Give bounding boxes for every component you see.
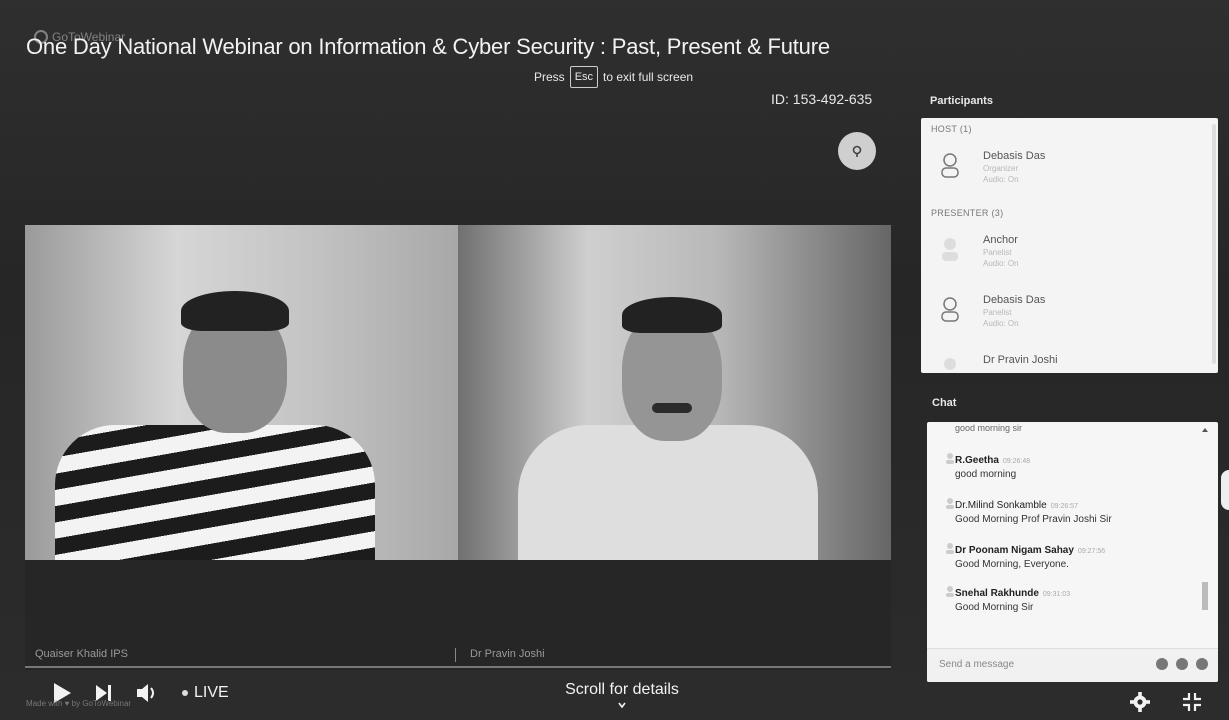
gear-icon	[1130, 692, 1150, 712]
chat-tools	[1156, 658, 1208, 670]
participant-role: Panelist	[983, 308, 1012, 317]
tile-name-speaker-2: Dr Pravin Joshi	[470, 648, 545, 660]
chat-panel: good morning sir R.Geetha 09:26:48 good m…	[927, 422, 1218, 682]
attach-icon[interactable]	[1156, 658, 1168, 670]
participant-audio: Audio: On	[983, 259, 1019, 268]
speaker-2-figure	[458, 225, 891, 560]
speaker-1-figure	[25, 225, 458, 560]
participant-row[interactable]: Debasis Das Organizer Audio: On	[921, 138, 1218, 202]
side-drawer-handle[interactable]	[1221, 470, 1229, 510]
volume-icon	[137, 684, 154, 702]
chat-text: Good Morning Prof Pravin Joshi Sir	[955, 514, 1112, 525]
tile-divider	[455, 648, 456, 662]
chat-scrollbar[interactable]	[1202, 582, 1208, 610]
webinar-title: One Day National Webinar on Information …	[26, 34, 830, 59]
chevron-down-icon	[618, 702, 626, 709]
participant-name: Dr Pravin Joshi	[983, 354, 1058, 366]
participants-panel: HOST (1) Debasis Das Organizer Audio: On…	[921, 118, 1218, 373]
pin-video-button[interactable]	[838, 132, 876, 170]
participant-avatar-icon	[944, 358, 956, 370]
chat-header: Chat	[932, 397, 957, 409]
settings-button[interactable]	[1129, 691, 1151, 718]
chat-text: good morning	[955, 469, 1017, 480]
esc-hint-press: Press	[534, 70, 565, 84]
chat-avatar-icon	[946, 453, 954, 464]
participants-header: Participants	[930, 95, 993, 107]
esc-hint-suffix: to exit full screen	[603, 70, 694, 84]
exit-fullscreen-hint: Press Esc to exit full screen	[534, 66, 693, 88]
chat-time: 09:26:48	[1002, 458, 1031, 465]
live-label: LIVE	[194, 684, 229, 701]
chat-message-partial: good morning sir	[955, 423, 1023, 433]
chat-avatar-icon	[946, 498, 954, 509]
chat-message: Dr Poonam Nigam Sahay 09:27:56 Good Morni…	[927, 540, 1218, 571]
participant-audio: Audio: On	[983, 175, 1019, 184]
participant-audio: Audio: On	[983, 319, 1019, 328]
live-indicator: LIVE	[182, 684, 229, 702]
webinar-window: GoToWebinar One Day National Webinar on …	[0, 0, 1229, 720]
chat-time: 09:26:57	[1050, 503, 1078, 510]
video-tile-speaker-1[interactable]	[25, 225, 458, 560]
participant-row[interactable]: Anchor Panelist Audio: On	[921, 222, 1218, 282]
volume-button[interactable]	[136, 683, 160, 703]
microphone-icon[interactable]	[1176, 658, 1188, 670]
video-tile-speaker-2[interactable]	[458, 225, 891, 560]
chat-input[interactable]: Send a message	[927, 648, 1218, 682]
video-grid	[25, 225, 891, 560]
participant-avatar-icon	[941, 153, 959, 178]
host-section-label: HOST (1)	[931, 124, 972, 134]
participant-role: Panelist	[983, 248, 1012, 257]
playback-progress-bar[interactable]	[25, 666, 891, 668]
tile-name-speaker-1: Quaiser Khalid IPS	[35, 648, 128, 660]
watermark: Made with ♥ by GoToWebinar	[26, 699, 132, 708]
chat-input-placeholder: Send a message	[939, 659, 1015, 670]
chat-message: Dr.Milind Sonkamble 09:26:57 Good Morning…	[927, 495, 1218, 526]
chat-text: Good Morning, Everyone.	[955, 559, 1069, 570]
participant-row[interactable]: Dr Pravin Joshi	[921, 342, 1218, 373]
presenter-section-label: PRESENTER (3)	[931, 208, 1004, 218]
live-dot-icon	[182, 690, 188, 696]
chat-sender: Dr Poonam Nigam Sahay	[955, 545, 1074, 556]
participant-name: Anchor	[983, 234, 1018, 246]
participant-avatar-icon	[942, 238, 958, 261]
session-id: ID: 153-492-635	[771, 91, 873, 107]
chat-message: Snehal Rakhunde 09:31:03 Good Morning Sir	[927, 583, 1218, 614]
emoji-icon[interactable]	[1196, 658, 1208, 670]
pin-icon	[852, 145, 862, 157]
chat-avatar-icon	[946, 586, 954, 597]
chat-scroll-up-icon[interactable]	[1202, 428, 1208, 432]
participant-avatar-icon	[941, 297, 959, 322]
chat-sender: Snehal Rakhunde	[955, 588, 1039, 599]
chat-avatar-icon	[946, 543, 954, 554]
participant-role: Organizer	[983, 164, 1019, 173]
participants-scrollbar[interactable]	[1212, 124, 1216, 364]
chat-message: R.Geetha 09:26:48 good morning	[927, 450, 1218, 481]
scroll-hint-label: Scroll for details	[565, 681, 679, 698]
video-footer	[25, 560, 891, 670]
chat-sender: R.Geetha	[955, 455, 999, 466]
chat-time: 09:27:56	[1077, 548, 1106, 555]
esc-key: Esc	[569, 66, 599, 88]
chat-sender: Dr.Milind Sonkamble	[955, 500, 1047, 511]
participant-name: Debasis Das	[983, 294, 1046, 306]
exit-fullscreen-button[interactable]	[1181, 691, 1203, 718]
participant-name: Debasis Das	[983, 150, 1046, 162]
exit-fullscreen-icon	[1183, 693, 1201, 711]
scroll-for-details[interactable]: Scroll for details	[561, 681, 683, 710]
participant-row[interactable]: Debasis Das Panelist Audio: On	[921, 282, 1218, 342]
chat-text: Good Morning Sir	[955, 602, 1034, 613]
chat-time: 09:31:03	[1042, 591, 1071, 598]
